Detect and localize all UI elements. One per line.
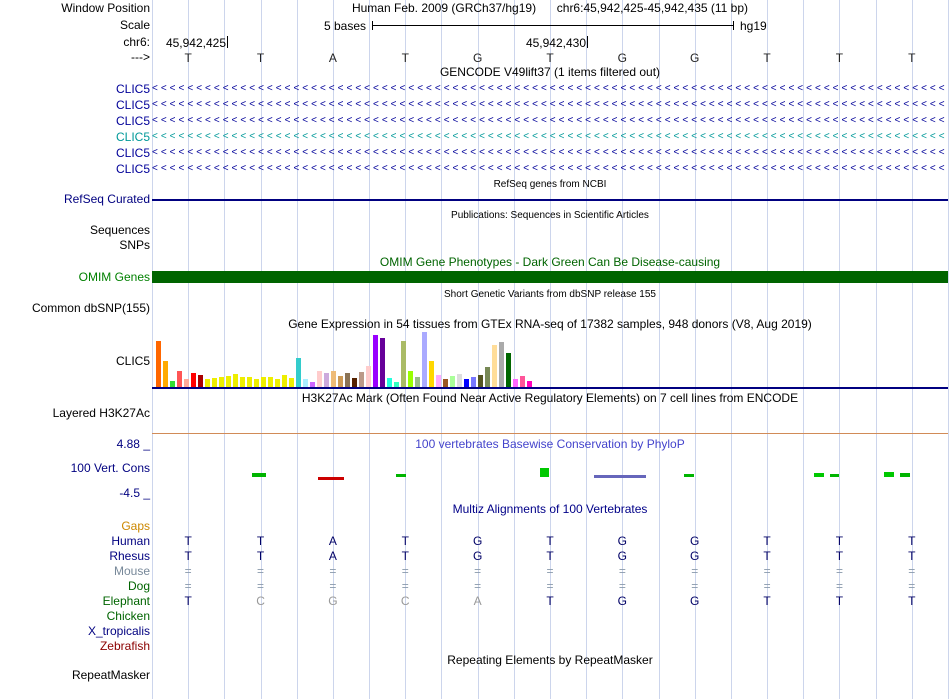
align-base: T: [184, 549, 192, 563]
align-base: =: [835, 579, 843, 593]
align-base: T: [401, 534, 409, 548]
align-base: G: [690, 594, 700, 608]
align-base: A: [473, 594, 482, 608]
repeatmasker-title: Repeating Elements by RepeatMasker: [447, 653, 653, 667]
align-base: =: [401, 564, 409, 578]
align-base: =: [257, 579, 265, 593]
species-label[interactable]: Human: [111, 534, 150, 548]
align-base: =: [546, 564, 554, 578]
align-base: =: [835, 564, 843, 578]
align-base: =: [474, 579, 482, 593]
species-label[interactable]: Mouse: [114, 564, 150, 578]
align-base: G: [690, 549, 700, 563]
align-base: =: [329, 579, 337, 593]
align-base: T: [763, 534, 771, 548]
align-base: =: [763, 579, 771, 593]
align-base: =: [184, 579, 192, 593]
align-base: =: [691, 579, 699, 593]
align-base: T: [546, 534, 554, 548]
align-base: =: [908, 579, 916, 593]
align-base: T: [256, 534, 265, 548]
align-base: T: [546, 594, 554, 608]
align-base: =: [474, 564, 482, 578]
align-base: =: [618, 564, 626, 578]
species-label[interactable]: Gaps: [121, 519, 150, 533]
align-base: =: [401, 579, 409, 593]
species-label[interactable]: Rhesus: [109, 549, 150, 563]
species-label[interactable]: Elephant: [103, 594, 150, 608]
align-base: T: [908, 594, 916, 608]
species-label[interactable]: Chicken: [107, 609, 150, 623]
align-base: A: [328, 534, 337, 548]
align-base: =: [908, 564, 916, 578]
align-base: =: [329, 564, 337, 578]
align-base: G: [472, 549, 483, 563]
align-base: G: [617, 534, 628, 548]
repeatmasker-label[interactable]: RepeatMasker: [72, 669, 150, 682]
genome-browser: Window Position Human Feb. 2009 (GRCh37/…: [0, 0, 950, 699]
align-base: G: [617, 594, 628, 608]
align-base: G: [690, 534, 700, 548]
species-label[interactable]: X_tropicalis: [88, 624, 150, 638]
align-base: T: [835, 549, 844, 563]
align-base: T: [256, 549, 265, 563]
align-base: C: [400, 594, 410, 608]
multiz-track: Gaps Human T T A T G T G G T T T Rhesus T T A T G T G G T T T Mou…: [0, 0, 950, 699]
align-base: G: [472, 534, 483, 548]
align-base: T: [835, 594, 844, 608]
align-base: T: [184, 594, 192, 608]
align-base: T: [184, 534, 192, 548]
align-base: T: [763, 549, 771, 563]
align-base: T: [401, 549, 409, 563]
align-base: T: [908, 534, 916, 548]
align-base: A: [328, 549, 337, 563]
align-base: =: [691, 564, 699, 578]
align-base: =: [184, 564, 192, 578]
align-base: =: [618, 579, 626, 593]
align-base: G: [617, 549, 628, 563]
align-base: T: [835, 534, 844, 548]
align-base: T: [763, 594, 771, 608]
align-base: =: [546, 579, 554, 593]
align-base: =: [763, 564, 771, 578]
align-base: C: [256, 594, 265, 608]
align-base: G: [328, 594, 338, 608]
species-label[interactable]: Zebrafish: [100, 639, 150, 653]
align-base: =: [257, 564, 265, 578]
align-base: T: [908, 549, 916, 563]
species-label[interactable]: Dog: [128, 579, 150, 593]
align-base: T: [546, 549, 554, 563]
